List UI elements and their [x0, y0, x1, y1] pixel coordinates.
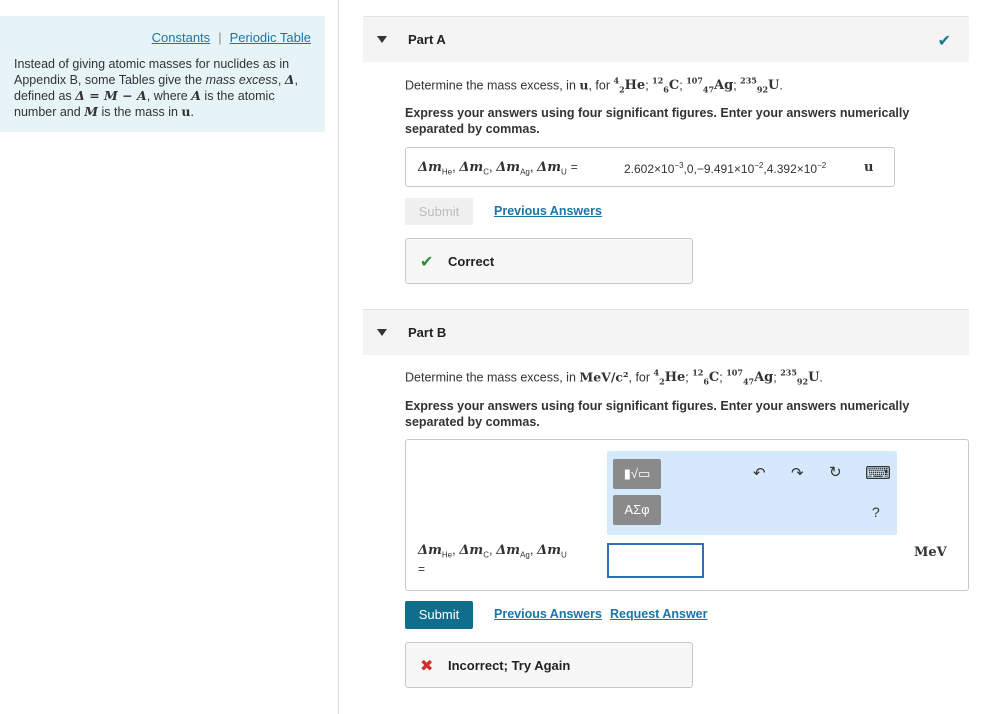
intro-emphasis: mass excess — [205, 73, 278, 87]
keyboard-icon[interactable]: ⌨ — [865, 463, 891, 484]
caret-down-icon[interactable] — [377, 329, 387, 336]
part-a-header[interactable]: Part A ✔ — [363, 16, 969, 62]
intro-part: , — [277, 73, 285, 87]
part-b-answer-area: ▮√▭ ΑΣφ ↶ ↷ ↻ ⌨ ? ΔmHe, ΔmC, ΔmAg, ΔmU =… — [405, 439, 969, 591]
part-a-title: Part A — [408, 32, 446, 47]
nuclide-he: 42He — [653, 368, 686, 387]
unit-u: u — [181, 104, 191, 119]
request-answer-link[interactable]: Request Answer — [610, 607, 707, 621]
reset-icon[interactable]: ↻ — [829, 463, 842, 481]
delta-symbol: Δ — [284, 72, 295, 87]
caret-down-icon[interactable] — [377, 36, 387, 43]
question-text: , for — [628, 370, 654, 385]
part-a-answer-unit: u — [864, 160, 874, 175]
nuclide-ag: 10747Ag — [726, 368, 774, 387]
greek-symbols-button[interactable]: ΑΣφ — [613, 495, 661, 525]
check-icon: ✔ — [937, 33, 951, 50]
part-a-question: Determine the mass excess, in u, for 42H… — [405, 76, 783, 95]
periodic-table-link[interactable]: Periodic Table — [230, 30, 311, 45]
part-b-title: Part B — [408, 325, 447, 340]
question-text: Determine the mass excess, in — [405, 78, 580, 93]
nuclide-u: 23592U — [740, 76, 780, 95]
help-icon[interactable]: ? — [872, 504, 880, 520]
part-a-feedback: ✔ Correct — [405, 238, 693, 284]
nuclide-u: 23592U — [780, 368, 820, 387]
nuclide-c: 126C — [692, 368, 720, 387]
part-b-header[interactable]: Part B — [363, 309, 969, 355]
part-b-instruction: Express your answers using four signific… — [405, 399, 910, 429]
nuclide-he: 42He — [613, 76, 646, 95]
definition-formula: Δ = M − A — [75, 88, 147, 103]
part-a-submit-button[interactable]: Submit — [405, 198, 473, 225]
link-separator: | — [218, 30, 222, 45]
intro-part: , where — [146, 89, 192, 103]
part-b-previous-answers-link[interactable]: Previous Answers — [494, 607, 602, 621]
part-b-submit-button[interactable]: Submit — [405, 601, 473, 629]
math-toolbar: ▮√▭ ΑΣφ ↶ ↷ ↻ ⌨ ? — [607, 451, 897, 535]
templates-button[interactable]: ▮√▭ — [613, 459, 661, 489]
intro-part: is the mass in — [98, 105, 182, 119]
answer-variables: ΔmHe, ΔmC, ΔmAg, ΔmU — [418, 542, 567, 560]
symbol-a: A — [191, 88, 201, 103]
part-a-answer-box: ΔmHe, ΔmC, ΔmAg, ΔmU = 2.602×10−3,0,−9.49… — [405, 147, 895, 187]
part-a-instruction: Express your answers using four signific… — [405, 106, 910, 136]
check-icon: ✔ — [420, 254, 434, 271]
nuclide-ag: 10747Ag — [686, 76, 734, 95]
part-b-question: Determine the mass excess, in MeV/c², fo… — [405, 368, 823, 387]
part-b-answer-input[interactable] — [607, 543, 704, 578]
info-panel: Constants | Periodic Table Instead of givi… — [0, 16, 325, 132]
part-b-answer-unit: MeV — [914, 545, 947, 560]
question-unit: MeV/c² — [579, 369, 629, 385]
nuclide-c: 126C — [652, 76, 680, 95]
intro-part: . — [190, 105, 194, 119]
constants-link[interactable]: Constants — [152, 30, 211, 45]
panel-divider — [338, 0, 339, 714]
question-text: Determine the mass excess, in — [405, 370, 580, 385]
equals-sign: = — [418, 562, 426, 576]
undo-icon[interactable]: ↶ — [753, 464, 766, 482]
resource-links: Constants | Periodic Table — [152, 30, 311, 45]
question-text: , for — [588, 78, 614, 93]
feedback-text: Incorrect; Try Again — [448, 658, 571, 673]
part-b-feedback: ✖ Incorrect; Try Again — [405, 642, 693, 688]
symbol-m: M — [84, 104, 99, 119]
redo-icon[interactable]: ↷ — [791, 464, 804, 482]
cross-icon: ✖ — [420, 658, 434, 675]
answer-variables: ΔmHe, ΔmC, ΔmAg, ΔmU = — [418, 159, 578, 177]
part-a-answer-value: 2.602×10−3,0,−9.491×10−2,4.392×10−2 — [624, 161, 827, 176]
part-a-previous-answers-link[interactable]: Previous Answers — [494, 204, 602, 218]
intro-text: Instead of giving atomic masses for nucl… — [14, 56, 314, 120]
feedback-text: Correct — [448, 254, 495, 269]
